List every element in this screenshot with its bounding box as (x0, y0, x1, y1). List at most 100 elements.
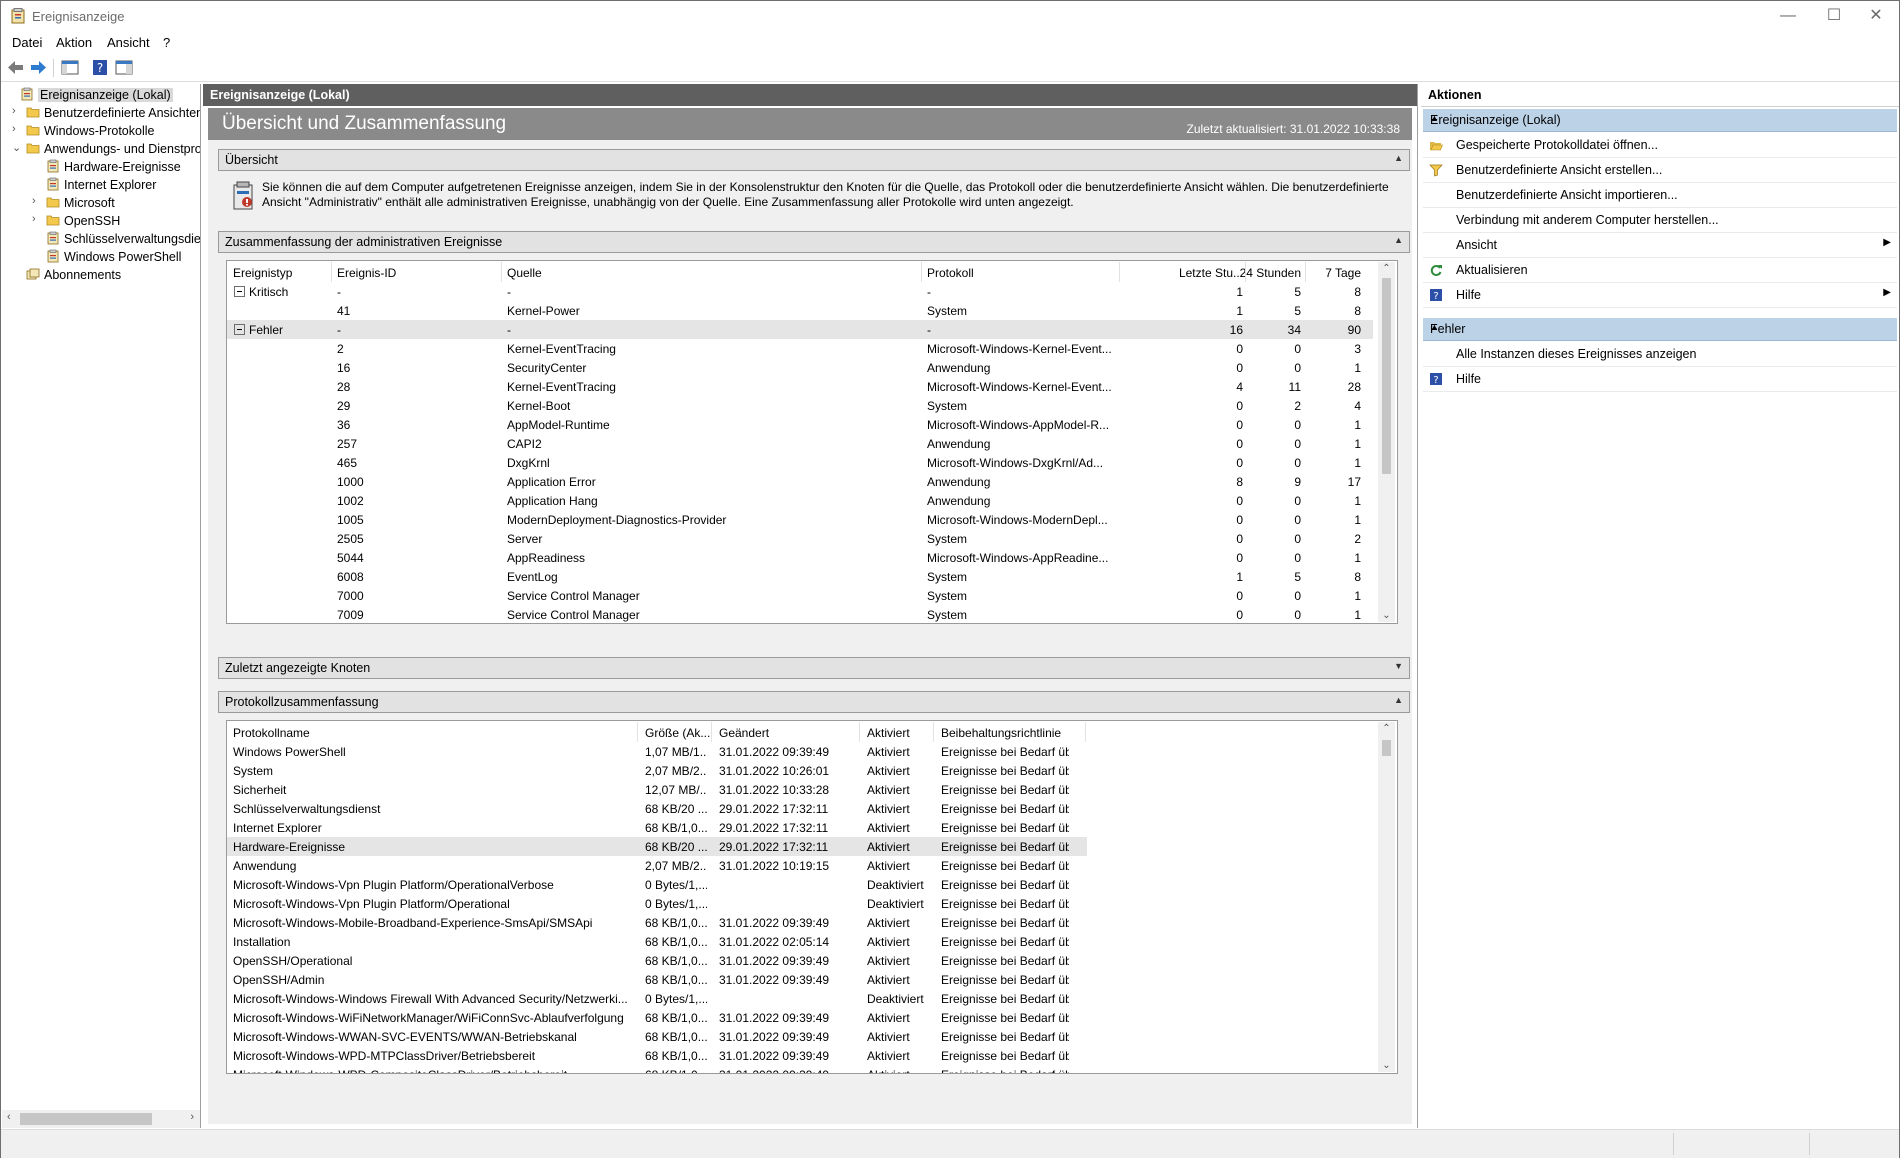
maximize-button[interactable]: ☐ (1811, 1, 1857, 32)
table-row[interactable]: Microsoft-Windows-WPD-MTPClassDriver/Bet… (227, 1046, 1087, 1065)
tree-item[interactable]: Windows PowerShell (2, 248, 200, 266)
table-row[interactable]: Microsoft-Windows-Windows Firewall With … (227, 989, 1087, 1008)
column-divider[interactable] (859, 722, 860, 742)
menu-aktion[interactable]: Aktion (56, 35, 92, 50)
section-recent-nodes[interactable]: Zuletzt angezeigte Knoten ▼ (218, 657, 1410, 679)
column-divider[interactable] (1119, 262, 1120, 282)
column-divider[interactable] (711, 722, 712, 742)
collapse-icon[interactable]: ▲ (1430, 113, 1889, 123)
table-row[interactable]: Microsoft-Windows-WiFiNetworkManager/WiF… (227, 1008, 1087, 1027)
expand-chevron-icon[interactable]: › (12, 105, 22, 117)
tree-item[interactable]: › Windows-Protokolle (2, 122, 200, 140)
table-row[interactable]: OpenSSH/Admin 68 KB/1,0... 31.01.2022 09:3… (227, 970, 1087, 989)
column-divider[interactable] (933, 722, 934, 742)
show-hide-tree-icon[interactable] (60, 58, 80, 77)
vertical-scrollbar[interactable]: ⌃ ⌄ (1378, 722, 1395, 1072)
scroll-up-arrow-icon[interactable]: ⌃ (1378, 263, 1395, 274)
column-header[interactable]: Geändert (719, 726, 769, 740)
expand-chevron-icon[interactable]: › (32, 213, 42, 225)
table-row[interactable]: 6008 EventLog System 1 5 8 (227, 567, 1373, 586)
actions-section-header[interactable]: Ereignisanzeige (Lokal) ▲ (1423, 109, 1897, 132)
action-item[interactable]: ? Hilfe (1423, 367, 1897, 392)
action-item[interactable]: Alle Instanzen dieses Ereignisses anzeig… (1423, 342, 1897, 367)
table-row[interactable]: Microsoft-Windows-Vpn Plugin Platform/Op… (227, 894, 1087, 913)
tree-item[interactable]: Schlüsselverwaltungsdienst (2, 230, 200, 248)
table-row[interactable]: 257 CAPI2 Anwendung 0 0 1 (227, 434, 1373, 453)
table-row[interactable]: Microsoft-Windows-WWAN-SVC-EVENTS/WWAN-B… (227, 1027, 1087, 1046)
table-row[interactable]: 16 SecurityCenter Anwendung 0 0 1 (227, 358, 1373, 377)
column-divider[interactable] (637, 722, 638, 742)
table-row[interactable]: Microsoft-Windows-Vpn Plugin Platform/Op… (227, 875, 1087, 894)
collapse-icon[interactable]: ▲ (1394, 695, 1403, 705)
table-row[interactable]: 1002 Application Hang Anwendung 0 0 1 (227, 491, 1373, 510)
table-row[interactable]: 2505 Server System 0 0 2 (227, 529, 1373, 548)
column-header[interactable]: Quelle (507, 266, 542, 280)
action-item[interactable]: Aktualisieren (1423, 258, 1897, 283)
table-row[interactable]: 41 Kernel-Power System 1 5 8 (227, 301, 1373, 320)
action-item[interactable]: Benutzerdefinierte Ansicht erstellen... (1423, 158, 1897, 183)
table-row[interactable]: Schlüsselverwaltungsdienst 68 KB/20 ... 29… (227, 799, 1087, 818)
tree-item[interactable]: Internet Explorer (2, 176, 200, 194)
table-row[interactable]: 465 DxgKrnl Microsoft-Windows-DxgKrnl/Ad..… (227, 453, 1373, 472)
expand-chevron-icon[interactable]: › (12, 123, 22, 135)
tree-item[interactable]: › OpenSSH (2, 212, 200, 230)
forward-arrow-icon[interactable] (28, 58, 48, 77)
help-toolbar-icon[interactable]: ? (90, 58, 110, 77)
menu-datei[interactable]: Datei (12, 35, 42, 50)
scroll-down-arrow-icon[interactable]: ⌄ (1378, 1060, 1395, 1071)
section-log-summary[interactable]: Protokollzusammenfassung ▲ (218, 691, 1410, 713)
collapse-icon[interactable]: ▲ (1394, 235, 1403, 245)
table-row[interactable]: Installation 68 KB/1,0... 31.01.2022 02:05… (227, 932, 1087, 951)
column-header[interactable]: Protokoll (927, 266, 974, 280)
scroll-up-arrow-icon[interactable]: ⌃ (1378, 723, 1395, 734)
action-item[interactable]: ? Hilfe ▶ (1423, 283, 1897, 308)
expand-icon[interactable]: ▼ (1394, 661, 1403, 671)
table-row[interactable]: 36 AppModel-Runtime Microsoft-Windows-AppM… (227, 415, 1373, 434)
tree-item[interactable]: › Benutzerdefinierte Ansichten (2, 104, 200, 122)
column-header[interactable]: Ereignistyp (233, 266, 292, 280)
table-row[interactable]: 1005 ModernDeployment-Diagnostics-Provide… (227, 510, 1373, 529)
actions-section-header[interactable]: Fehler ▲ (1423, 318, 1897, 341)
minimize-button[interactable]: — (1765, 1, 1811, 32)
column-divider[interactable] (921, 262, 922, 282)
column-header[interactable]: Aktiviert (867, 726, 910, 740)
action-item[interactable]: Gespeicherte Protokolldatei öffnen... (1423, 133, 1897, 158)
scroll-down-arrow-icon[interactable]: ⌄ (1378, 610, 1395, 621)
table-row[interactable]: 5044 AppReadiness Microsoft-Windows-AppRea… (227, 548, 1373, 567)
menu-help[interactable]: ? (163, 35, 170, 50)
tree-horizontal-scrollbar[interactable]: ‹ › (2, 1110, 200, 1128)
table-row[interactable]: Kritisch - - -1 5 8 (227, 282, 1373, 301)
show-hide-action-pane-icon[interactable] (114, 58, 134, 77)
scroll-left-arrow-icon[interactable]: ‹ (7, 1111, 11, 1123)
table-row[interactable]: Sicherheit 12,07 MB/... 31.01.2022 10:33:2… (227, 780, 1087, 799)
vertical-scrollbar[interactable]: ⌃ ⌄ (1378, 262, 1395, 622)
table-row[interactable]: 28 Kernel-EventTracing Microsoft-Windows-K… (227, 377, 1373, 396)
table-row[interactable]: Anwendung 2,07 MB/2... 31.01.2022 10:19:15… (227, 856, 1087, 875)
collapse-icon[interactable]: ▲ (1430, 322, 1889, 332)
table-row[interactable]: Microsoft-Windows-Mobile-Broadband-Exper… (227, 913, 1087, 932)
column-header[interactable]: Größe (Ak... (645, 726, 710, 740)
table-row[interactable]: Windows PowerShell 1,07 MB/1... 31.01.2022… (227, 742, 1087, 761)
scrollbar-thumb[interactable] (1382, 740, 1391, 756)
tree-item[interactable]: ⌄ Anwendungs- und Dienstprotokolle (2, 140, 200, 158)
menu-ansicht[interactable]: Ansicht (107, 35, 150, 50)
column-header[interactable]: 7 Tage (1237, 266, 1361, 280)
collapse-group-icon[interactable] (234, 324, 245, 335)
expanded-chevron-icon[interactable]: ⌄ (12, 141, 22, 154)
table-row[interactable]: Fehler - - -16 34 90 (227, 320, 1373, 339)
collapse-icon[interactable]: ▲ (1394, 153, 1403, 163)
table-row[interactable]: Hardware-Ereignisse 68 KB/20 ... 29.01.202… (227, 837, 1087, 856)
table-row[interactable]: Internet Explorer 68 KB/1,0... 29.01.2022 … (227, 818, 1087, 837)
scrollbar-thumb[interactable] (20, 1113, 152, 1125)
tree-item[interactable]: Ereignisanzeige (Lokal) (2, 86, 200, 104)
tree-item[interactable]: › Microsoft (2, 194, 200, 212)
section-overview[interactable]: Übersicht ▲ (218, 149, 1410, 171)
table-row[interactable]: Microsoft-Windows-WPD-CompositeClassDriv… (227, 1065, 1087, 1073)
table-row[interactable]: 2 Kernel-EventTracing Microsoft-Windows-Ke… (227, 339, 1373, 358)
close-button[interactable]: ✕ (1853, 1, 1899, 32)
action-item[interactable]: Verbindung mit anderem Computer herstell… (1423, 208, 1897, 233)
table-row[interactable]: 7009 Service Control Manager System 0 0 1 (227, 605, 1373, 623)
table-row[interactable]: 7000 Service Control Manager System 0 0 1 (227, 586, 1373, 605)
action-item[interactable]: Ansicht ▶ (1423, 233, 1897, 258)
tree-item[interactable]: Abonnements (2, 266, 200, 284)
